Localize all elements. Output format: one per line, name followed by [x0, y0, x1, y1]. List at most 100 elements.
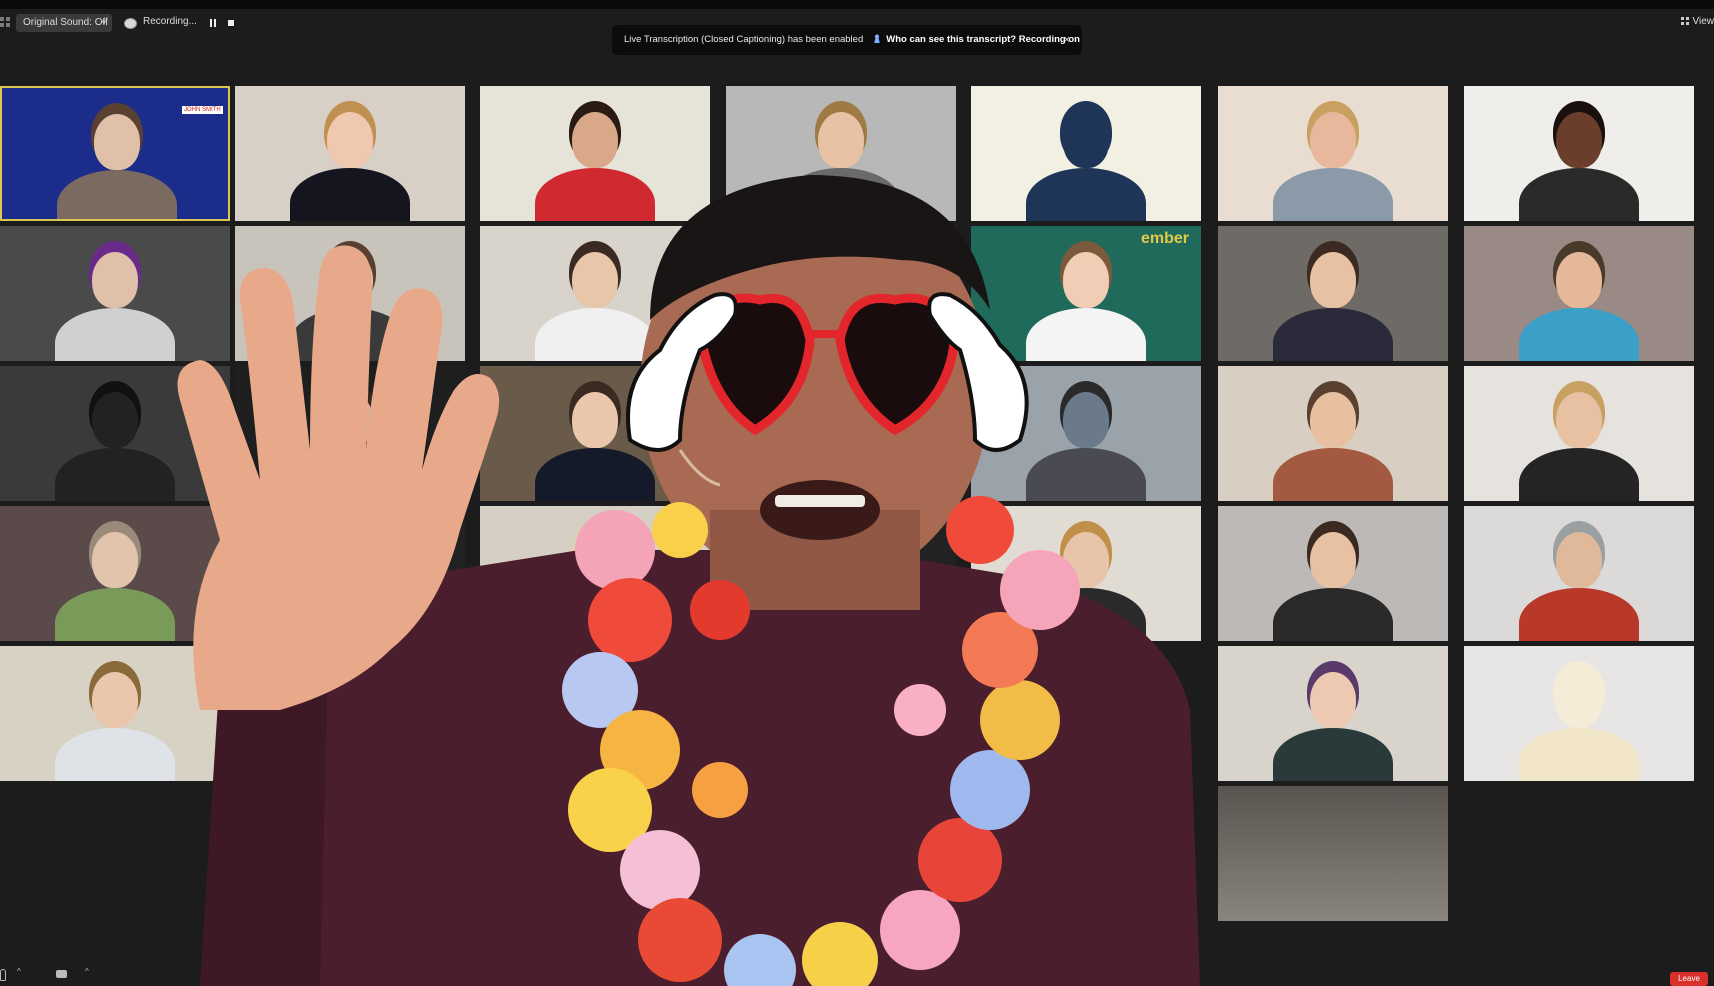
participant-tile[interactable]	[1218, 646, 1448, 781]
participant-tile[interactable]	[0, 506, 230, 641]
meeting-info-icon[interactable]	[0, 17, 10, 27]
chevron-up-icon[interactable]: ^	[17, 967, 21, 976]
participant-video	[1063, 392, 1109, 448]
participant-video	[1273, 588, 1393, 641]
participant-tile[interactable]	[1464, 506, 1694, 641]
participant-video	[1310, 252, 1356, 308]
participant-video	[92, 672, 138, 728]
stop-recording-icon[interactable]	[228, 20, 234, 26]
participant-video	[290, 308, 410, 361]
participant-tile[interactable]	[1464, 226, 1694, 361]
participant-video	[55, 728, 175, 781]
participant-video	[535, 448, 655, 501]
participant-video	[1310, 392, 1356, 448]
participant-video	[572, 252, 618, 308]
participant-tile[interactable]	[971, 366, 1201, 501]
participant-video	[55, 588, 175, 641]
participant-video	[290, 588, 410, 641]
microphone-icon[interactable]	[0, 969, 6, 981]
participant-video	[1310, 672, 1356, 728]
recording-status: Recording...	[143, 16, 197, 27]
participant-video	[1273, 728, 1393, 781]
participant-video	[94, 114, 140, 170]
participant-video	[1556, 532, 1602, 588]
participant-tile[interactable]	[971, 506, 1201, 641]
participant-video	[535, 168, 655, 221]
participant-video	[781, 448, 901, 501]
participant-video	[92, 532, 138, 588]
participant-tile[interactable]	[726, 506, 956, 641]
participant-video	[1519, 448, 1639, 501]
participant-video	[818, 532, 864, 588]
participant-tile[interactable]: JOHN SMITH	[0, 86, 230, 221]
participant-video	[1273, 168, 1393, 221]
zoom-meeting-window: Original Sound: Off ▾ Recording... View …	[0, 0, 1714, 986]
participant-tile[interactable]	[235, 226, 465, 361]
participant-video	[818, 112, 864, 168]
grid-view-icon	[1680, 17, 1689, 25]
participant-video	[1556, 112, 1602, 168]
pause-recording-icon[interactable]	[210, 19, 216, 27]
participant-video	[1273, 448, 1393, 501]
participant-tile[interactable]	[235, 366, 465, 501]
participant-video	[290, 448, 410, 501]
participant-video	[1519, 728, 1639, 781]
participant-video	[55, 448, 175, 501]
participant-tile[interactable]	[480, 226, 710, 361]
transcription-banner: Live Transcription (Closed Captioning) h…	[612, 25, 1082, 55]
participant-video	[535, 308, 655, 361]
participant-video	[1310, 532, 1356, 588]
participant-video	[1026, 308, 1146, 361]
participant-video	[1026, 588, 1146, 641]
participant-video	[327, 532, 373, 588]
participant-tile[interactable]	[1218, 506, 1448, 641]
participant-video	[1519, 168, 1639, 221]
view-label: View	[1692, 16, 1714, 27]
leave-button[interactable]: Leave	[1670, 972, 1708, 986]
participant-video	[781, 588, 901, 641]
participant-video	[572, 112, 618, 168]
participant-video	[327, 252, 373, 308]
participant-tile[interactable]	[726, 366, 956, 501]
participant-tile[interactable]	[1218, 226, 1448, 361]
transcript-info-link[interactable]: Who can see this transcript? Recording o…	[886, 34, 1080, 45]
participant-video	[1063, 532, 1109, 588]
video-camera-icon[interactable]	[56, 970, 67, 978]
participant-tile[interactable]	[0, 366, 230, 501]
chevron-down-icon[interactable]: ▾	[102, 14, 106, 32]
participant-tile[interactable]	[726, 86, 956, 221]
participant-tile[interactable]	[235, 86, 465, 221]
view-button[interactable]: View	[1680, 16, 1714, 27]
participant-tile[interactable]	[971, 86, 1201, 221]
participant-tile[interactable]: ember	[971, 226, 1201, 361]
participant-video	[1310, 112, 1356, 168]
participant-video	[1556, 252, 1602, 308]
participant-tile[interactable]	[1464, 86, 1694, 221]
participant-video	[781, 168, 901, 221]
participant-tile[interactable]	[1218, 86, 1448, 221]
participant-video	[1273, 308, 1393, 361]
participant-tile[interactable]	[1464, 366, 1694, 501]
close-icon[interactable]: ×	[1064, 25, 1070, 55]
participant-video	[327, 392, 373, 448]
participant-video	[1556, 672, 1602, 728]
participant-video	[1519, 308, 1639, 361]
chevron-up-icon[interactable]: ^	[85, 967, 89, 976]
participant-tile[interactable]	[0, 646, 230, 781]
participant-video	[818, 392, 864, 448]
participant-tile[interactable]	[726, 226, 956, 361]
original-sound-button[interactable]: Original Sound: Off ▾	[16, 14, 112, 32]
participant-tile[interactable]	[480, 86, 710, 221]
participant-tile[interactable]	[235, 506, 465, 641]
gallery-view: JOHN SMITH ember	[0, 86, 1714, 926]
participant-tile[interactable]	[1218, 786, 1448, 921]
participant-tile[interactable]	[0, 226, 230, 361]
participant-video	[1519, 588, 1639, 641]
participant-tile[interactable]	[480, 366, 710, 501]
participant-video	[535, 588, 655, 641]
participant-tile[interactable]	[480, 506, 710, 641]
participant-video	[1063, 252, 1109, 308]
participant-tile[interactable]	[1464, 646, 1694, 781]
participant-video	[818, 252, 864, 308]
participant-tile[interactable]	[1218, 366, 1448, 501]
